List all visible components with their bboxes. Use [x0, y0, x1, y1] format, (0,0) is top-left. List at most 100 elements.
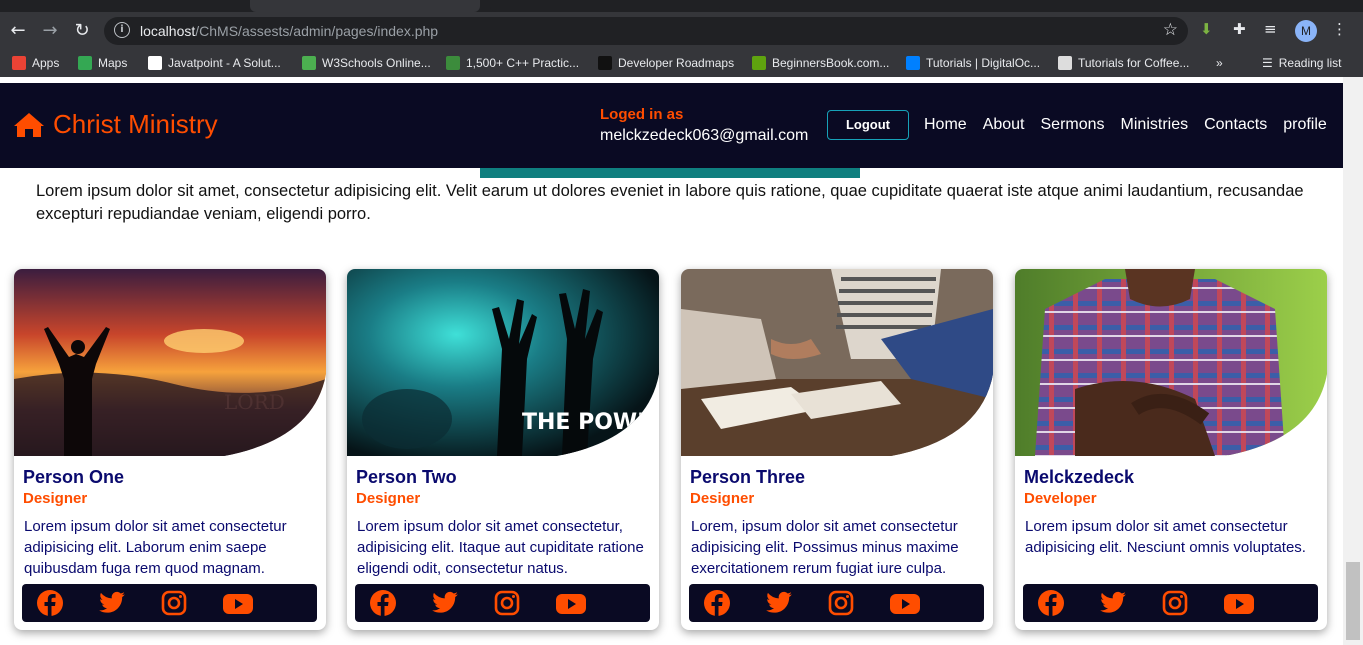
brand-title: Christ Ministry: [53, 109, 218, 139]
card-role: Designer: [356, 490, 421, 507]
download-extension-icon[interactable]: ⬇: [1200, 20, 1213, 38]
browser-tab[interactable]: [490, 0, 720, 12]
nav-home[interactable]: Home: [924, 116, 967, 134]
browser-toolbar: ← → ↻ i localhost/ChMS/assests/admin/pag…: [0, 12, 1363, 50]
back-icon[interactable]: ←: [7, 20, 29, 42]
address-bar[interactable]: i localhost/ChMS/assests/admin/pages/ind…: [104, 17, 1188, 45]
social-links: [689, 584, 984, 622]
instagram-icon[interactable]: [1161, 589, 1189, 617]
youtube-icon[interactable]: [222, 589, 253, 617]
bookmark-label: Tutorials for Coffee...: [1078, 56, 1190, 70]
card-image-bible-study: [681, 269, 993, 456]
info-icon[interactable]: i: [114, 22, 130, 38]
card-image-sunset: LORD: [14, 269, 326, 456]
bookmark-favicon-icon: [78, 56, 92, 70]
twitter-icon[interactable]: [98, 589, 126, 617]
instagram-icon[interactable]: [827, 589, 855, 617]
bookmark-label: BeginnersBook.com...: [772, 56, 890, 70]
reload-icon[interactable]: ↻: [71, 20, 93, 42]
card-role: Designer: [690, 490, 755, 507]
bookmark-favicon-icon: [1058, 56, 1072, 70]
svg-text:THE POWER OF PRAISE: THE POWER OF PRAISE: [522, 410, 659, 435]
bookmark-label: Apps: [32, 56, 60, 70]
nav-contacts[interactable]: Contacts: [1204, 116, 1267, 134]
browser-tab[interactable]: [250, 0, 480, 12]
card-description: Lorem ipsum dolor sit amet consectetur, …: [357, 518, 644, 577]
facebook-icon[interactable]: [369, 589, 397, 617]
team-card: LORD Person One Designer Lorem ipsum dol…: [14, 269, 326, 630]
extensions-icon[interactable]: ✚: [1233, 20, 1246, 38]
bookmark-star-icon[interactable]: ☆: [1163, 20, 1178, 40]
card-description: Lorem, ipsum dolor sit amet consectetur …: [691, 518, 959, 577]
card-role: Designer: [23, 490, 88, 507]
profile-avatar[interactable]: M: [1295, 20, 1317, 42]
reading-list-button[interactable]: ☰ Reading list: [1262, 56, 1341, 70]
bookmark-item[interactable]: Maps: [78, 56, 127, 70]
bookmarks-bar: Apps Maps Javatpoint - A Solut... W3Schools…: [0, 50, 1363, 77]
home-icon: [14, 112, 44, 137]
card-role: Developer: [1024, 490, 1097, 507]
youtube-icon[interactable]: [889, 589, 920, 617]
reading-list-label: Reading list: [1278, 56, 1342, 70]
social-links: [1023, 584, 1318, 622]
login-email: melckzedeck063@gmail.com: [600, 127, 809, 144]
bookmark-favicon-icon: [148, 56, 162, 70]
card-name: Person Three: [690, 467, 806, 487]
nav-profile[interactable]: profile: [1283, 116, 1327, 134]
twitter-icon[interactable]: [431, 589, 459, 617]
nav-sermons[interactable]: Sermons: [1041, 116, 1105, 134]
login-label: Loged in as: [600, 106, 684, 123]
main-nav: Home About Sermons Ministries Contacts p…: [924, 116, 1327, 134]
bookmark-favicon-icon: [302, 56, 316, 70]
facebook-icon[interactable]: [703, 589, 731, 617]
twitter-icon[interactable]: [1099, 589, 1127, 617]
card-description: Lorem ipsum dolor sit amet consectetur a…: [24, 518, 287, 577]
facebook-icon[interactable]: [1037, 589, 1065, 617]
page-scrollbar[interactable]: [1343, 77, 1363, 645]
card-description: Lorem ipsum dolor sit amet consectetur a…: [1025, 518, 1306, 556]
card-name: Melckzedeck: [1024, 467, 1135, 487]
intro-paragraph: Lorem ipsum dolor sit amet, consectetur …: [36, 182, 1304, 223]
social-links: [355, 584, 650, 622]
youtube-icon[interactable]: [1223, 589, 1254, 617]
section-heading-bar: [480, 168, 860, 178]
forward-icon[interactable]: →: [39, 20, 61, 42]
menu-icon[interactable]: ⋮: [1332, 20, 1347, 38]
bookmark-favicon-icon: [598, 56, 612, 70]
bookmark-item[interactable]: Tutorials for Coffee...: [1058, 56, 1189, 70]
nav-ministries[interactable]: Ministries: [1121, 116, 1189, 134]
svg-text:LORD: LORD: [224, 390, 285, 414]
bookmark-item[interactable]: BeginnersBook.com...: [752, 56, 889, 70]
bookmark-item[interactable]: Tutorials | DigitalOc...: [906, 56, 1040, 70]
bookmark-label: Tutorials | DigitalOc...: [926, 56, 1041, 70]
instagram-icon[interactable]: [160, 589, 188, 617]
facebook-icon[interactable]: [36, 589, 64, 617]
team-card: THE POWER OF PRAISE Person Two Designer …: [347, 269, 659, 630]
browser-tab-strip: [0, 0, 1363, 12]
bookmark-item[interactable]: W3Schools Online...: [302, 56, 431, 70]
media-control-icon[interactable]: ≡: [1264, 20, 1277, 38]
bookmark-item[interactable]: Developer Roadmaps: [598, 56, 734, 70]
bookmark-favicon-icon: [752, 56, 766, 70]
bookmark-label: Javatpoint - A Solut...: [168, 56, 281, 70]
nav-about[interactable]: About: [983, 116, 1025, 134]
bookmark-label: Developer Roadmaps: [618, 56, 735, 70]
twitter-icon[interactable]: [765, 589, 793, 617]
card-name: Person One: [23, 467, 125, 487]
bookmark-item[interactable]: 1,500+ C++ Practic...: [446, 56, 579, 70]
site-header: Christ Ministry Loged in as melckzedeck0…: [0, 83, 1343, 168]
brand-link[interactable]: Christ Ministry: [13, 109, 218, 140]
social-links: [22, 584, 317, 622]
logout-button[interactable]: Logout: [827, 110, 909, 140]
url-text[interactable]: localhost/ChMS/assests/admin/pages/index…: [140, 23, 438, 39]
card-name: Person Two: [356, 467, 457, 487]
bookmarks-overflow-icon[interactable]: »: [1216, 56, 1223, 70]
team-card: Person Three Designer Lorem, ipsum dolor…: [681, 269, 993, 630]
bookmark-item[interactable]: Javatpoint - A Solut...: [148, 56, 281, 70]
card-image-worship: THE POWER OF PRAISE: [347, 269, 659, 456]
instagram-icon[interactable]: [493, 589, 521, 617]
youtube-icon[interactable]: [555, 589, 586, 617]
bookmark-favicon-icon: [446, 56, 460, 70]
bookmark-item[interactable]: Apps: [12, 56, 59, 70]
scrollbar-thumb[interactable]: [1346, 562, 1360, 640]
